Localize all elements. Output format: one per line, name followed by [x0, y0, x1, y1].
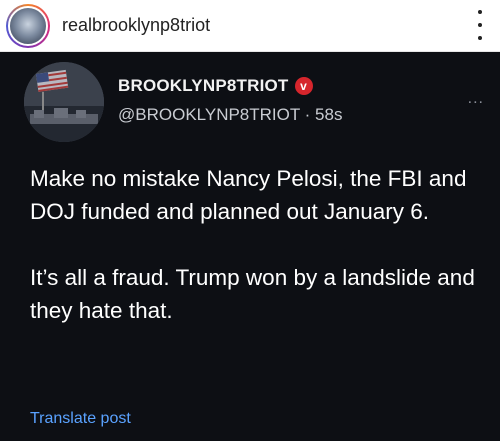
post-paragraph: Make no mistake Nancy Pelosi, the FBI an… [30, 166, 467, 224]
post-paragraph: It’s all a fraud. Trump won by a landsli… [30, 265, 475, 323]
verified-badge-icon: v [294, 77, 313, 95]
translate-post-link[interactable]: Translate post [30, 410, 131, 428]
header-username[interactable]: realbrooklynp8triot [62, 15, 210, 36]
post-author-row: BROOKLYNP8TRIOT v [118, 76, 313, 96]
profile-avatar [8, 6, 48, 46]
post-body: Make no mistake Nancy Pelosi, the FBI an… [30, 162, 480, 327]
instagram-header: realbrooklynp8triot [0, 0, 500, 52]
vertical-ellipsis-icon[interactable] [474, 10, 486, 40]
post-card: BROOKLYNP8TRIOT v @BROOKLYNP8TRIOT · 58s… [0, 52, 500, 441]
post-more-icon[interactable]: ... [468, 90, 484, 108]
post-display-name[interactable]: BROOKLYNP8TRIOT [118, 76, 289, 96]
story-avatar-ring[interactable] [6, 4, 50, 48]
post-author-avatar[interactable] [24, 62, 104, 142]
post-handle-and-time: @BROOKLYNP8TRIOT · 58s [118, 105, 343, 124]
flag-avatar-image [24, 62, 104, 142]
